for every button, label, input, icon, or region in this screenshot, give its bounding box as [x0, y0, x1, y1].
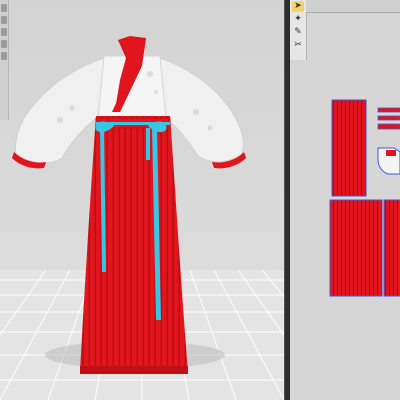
3d-viewport[interactable] — [0, 0, 284, 400]
pattern-piece-collar-small — [386, 150, 396, 156]
pattern-toolbar: ➤ ✦ ✎ ✂ — [290, 0, 307, 60]
pin-icon[interactable] — [1, 40, 7, 48]
3d-garment[interactable] — [0, 0, 284, 400]
edit-tool-icon[interactable]: ✎ — [292, 27, 304, 38]
sew-tool-icon[interactable]: ✂ — [292, 40, 304, 51]
pleated-skirt — [80, 116, 188, 372]
pattern-piece-skirt-upper — [331, 99, 367, 197]
pattern-piece-waistband-1 — [377, 107, 400, 113]
sash-ribbon-mid — [146, 128, 150, 160]
pattern-piece-waistband-3 — [377, 123, 400, 130]
left-sleeve — [15, 57, 105, 164]
select-tool-icon[interactable]: ➤ — [292, 1, 304, 12]
pattern-piece-skirt-lower-left — [329, 199, 383, 297]
pattern-view-header — [306, 0, 400, 13]
transform-tool-icon[interactable]: ✦ — [292, 14, 304, 25]
pattern-piece-skirt-lower-right — [383, 199, 400, 297]
skirt-hem — [80, 366, 188, 374]
left-toolbar — [0, 0, 9, 120]
sash-band — [96, 122, 170, 125]
right-sleeve — [159, 57, 245, 163]
move-icon[interactable] — [1, 16, 7, 24]
select-icon[interactable] — [1, 4, 7, 12]
pattern-piece-waistband-2 — [377, 115, 400, 121]
rotate-icon[interactable] — [1, 28, 7, 36]
pattern-pieces — [329, 99, 400, 297]
zoom-icon[interactable] — [1, 52, 7, 60]
